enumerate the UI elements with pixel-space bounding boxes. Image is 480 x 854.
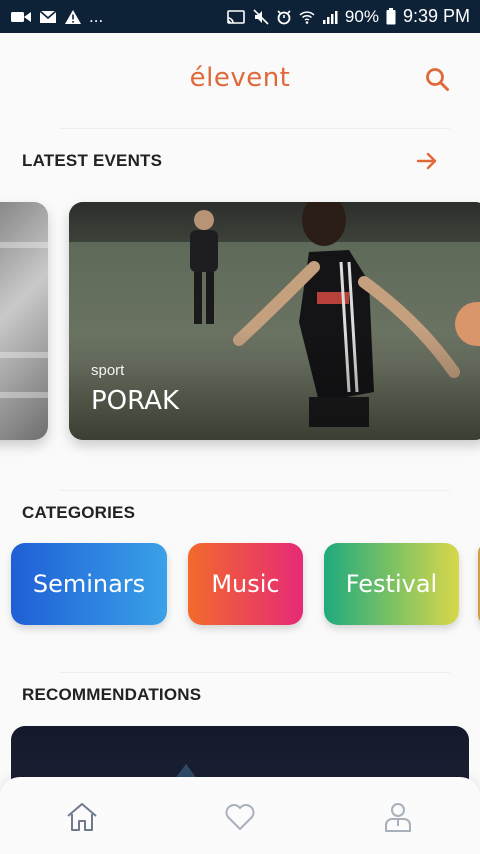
card-overlay	[69, 330, 480, 440]
divider	[60, 490, 450, 491]
event-card-previous[interactable]	[0, 202, 48, 440]
app-logo: élevent	[189, 63, 291, 93]
nav-profile-button[interactable]	[380, 799, 416, 835]
mute-icon	[253, 8, 269, 25]
see-all-events-button[interactable]	[414, 148, 440, 174]
arrow-right-icon	[416, 152, 437, 170]
card-image-detail	[0, 352, 48, 358]
app-bar: élevent	[0, 33, 480, 125]
profile-icon	[385, 803, 411, 832]
divider	[60, 672, 450, 673]
search-icon	[426, 68, 449, 91]
category-music-button[interactable]: Music	[188, 543, 303, 625]
mail-icon	[39, 9, 57, 23]
battery-icon	[386, 8, 396, 25]
event-name: PORAK	[91, 386, 179, 416]
more-notifications: ...	[89, 6, 104, 26]
search-button[interactable]	[424, 66, 452, 94]
section-title-categories: CATEGORIES	[22, 503, 136, 522]
nav-home-button[interactable]	[64, 799, 100, 835]
category-festival-button[interactable]: Festival	[324, 543, 459, 625]
heart-icon	[225, 804, 255, 830]
video-icon	[11, 11, 31, 22]
battery-percent: 90%	[344, 6, 379, 26]
clock: 9:39 PM	[402, 6, 470, 26]
bottom-navigation	[0, 777, 480, 854]
alarm-icon	[277, 9, 291, 24]
warning-icon	[65, 9, 81, 24]
wifi-icon	[299, 10, 315, 24]
home-icon	[67, 803, 97, 831]
status-bar: ... 90% 9:39 PM	[0, 0, 480, 33]
signal-icon	[322, 10, 338, 24]
status-right: 90% 9:39 PM	[226, 6, 470, 27]
divider	[60, 128, 450, 129]
card-image-detail	[0, 392, 48, 398]
status-left: ...	[10, 7, 103, 27]
event-card-featured[interactable]: sport PORAK	[69, 202, 480, 440]
category-seminars-button[interactable]: Seminars	[11, 543, 167, 625]
card-image-detail	[0, 242, 48, 248]
card-image-player-bg	[190, 210, 218, 324]
section-title-latest-events: LATEST EVENTS	[22, 151, 163, 170]
event-category: sport	[91, 362, 125, 379]
nav-favorites-button[interactable]	[222, 799, 258, 835]
section-title-recommendations: RECOMMENDATIONS	[22, 685, 202, 704]
cast-icon	[227, 9, 245, 24]
